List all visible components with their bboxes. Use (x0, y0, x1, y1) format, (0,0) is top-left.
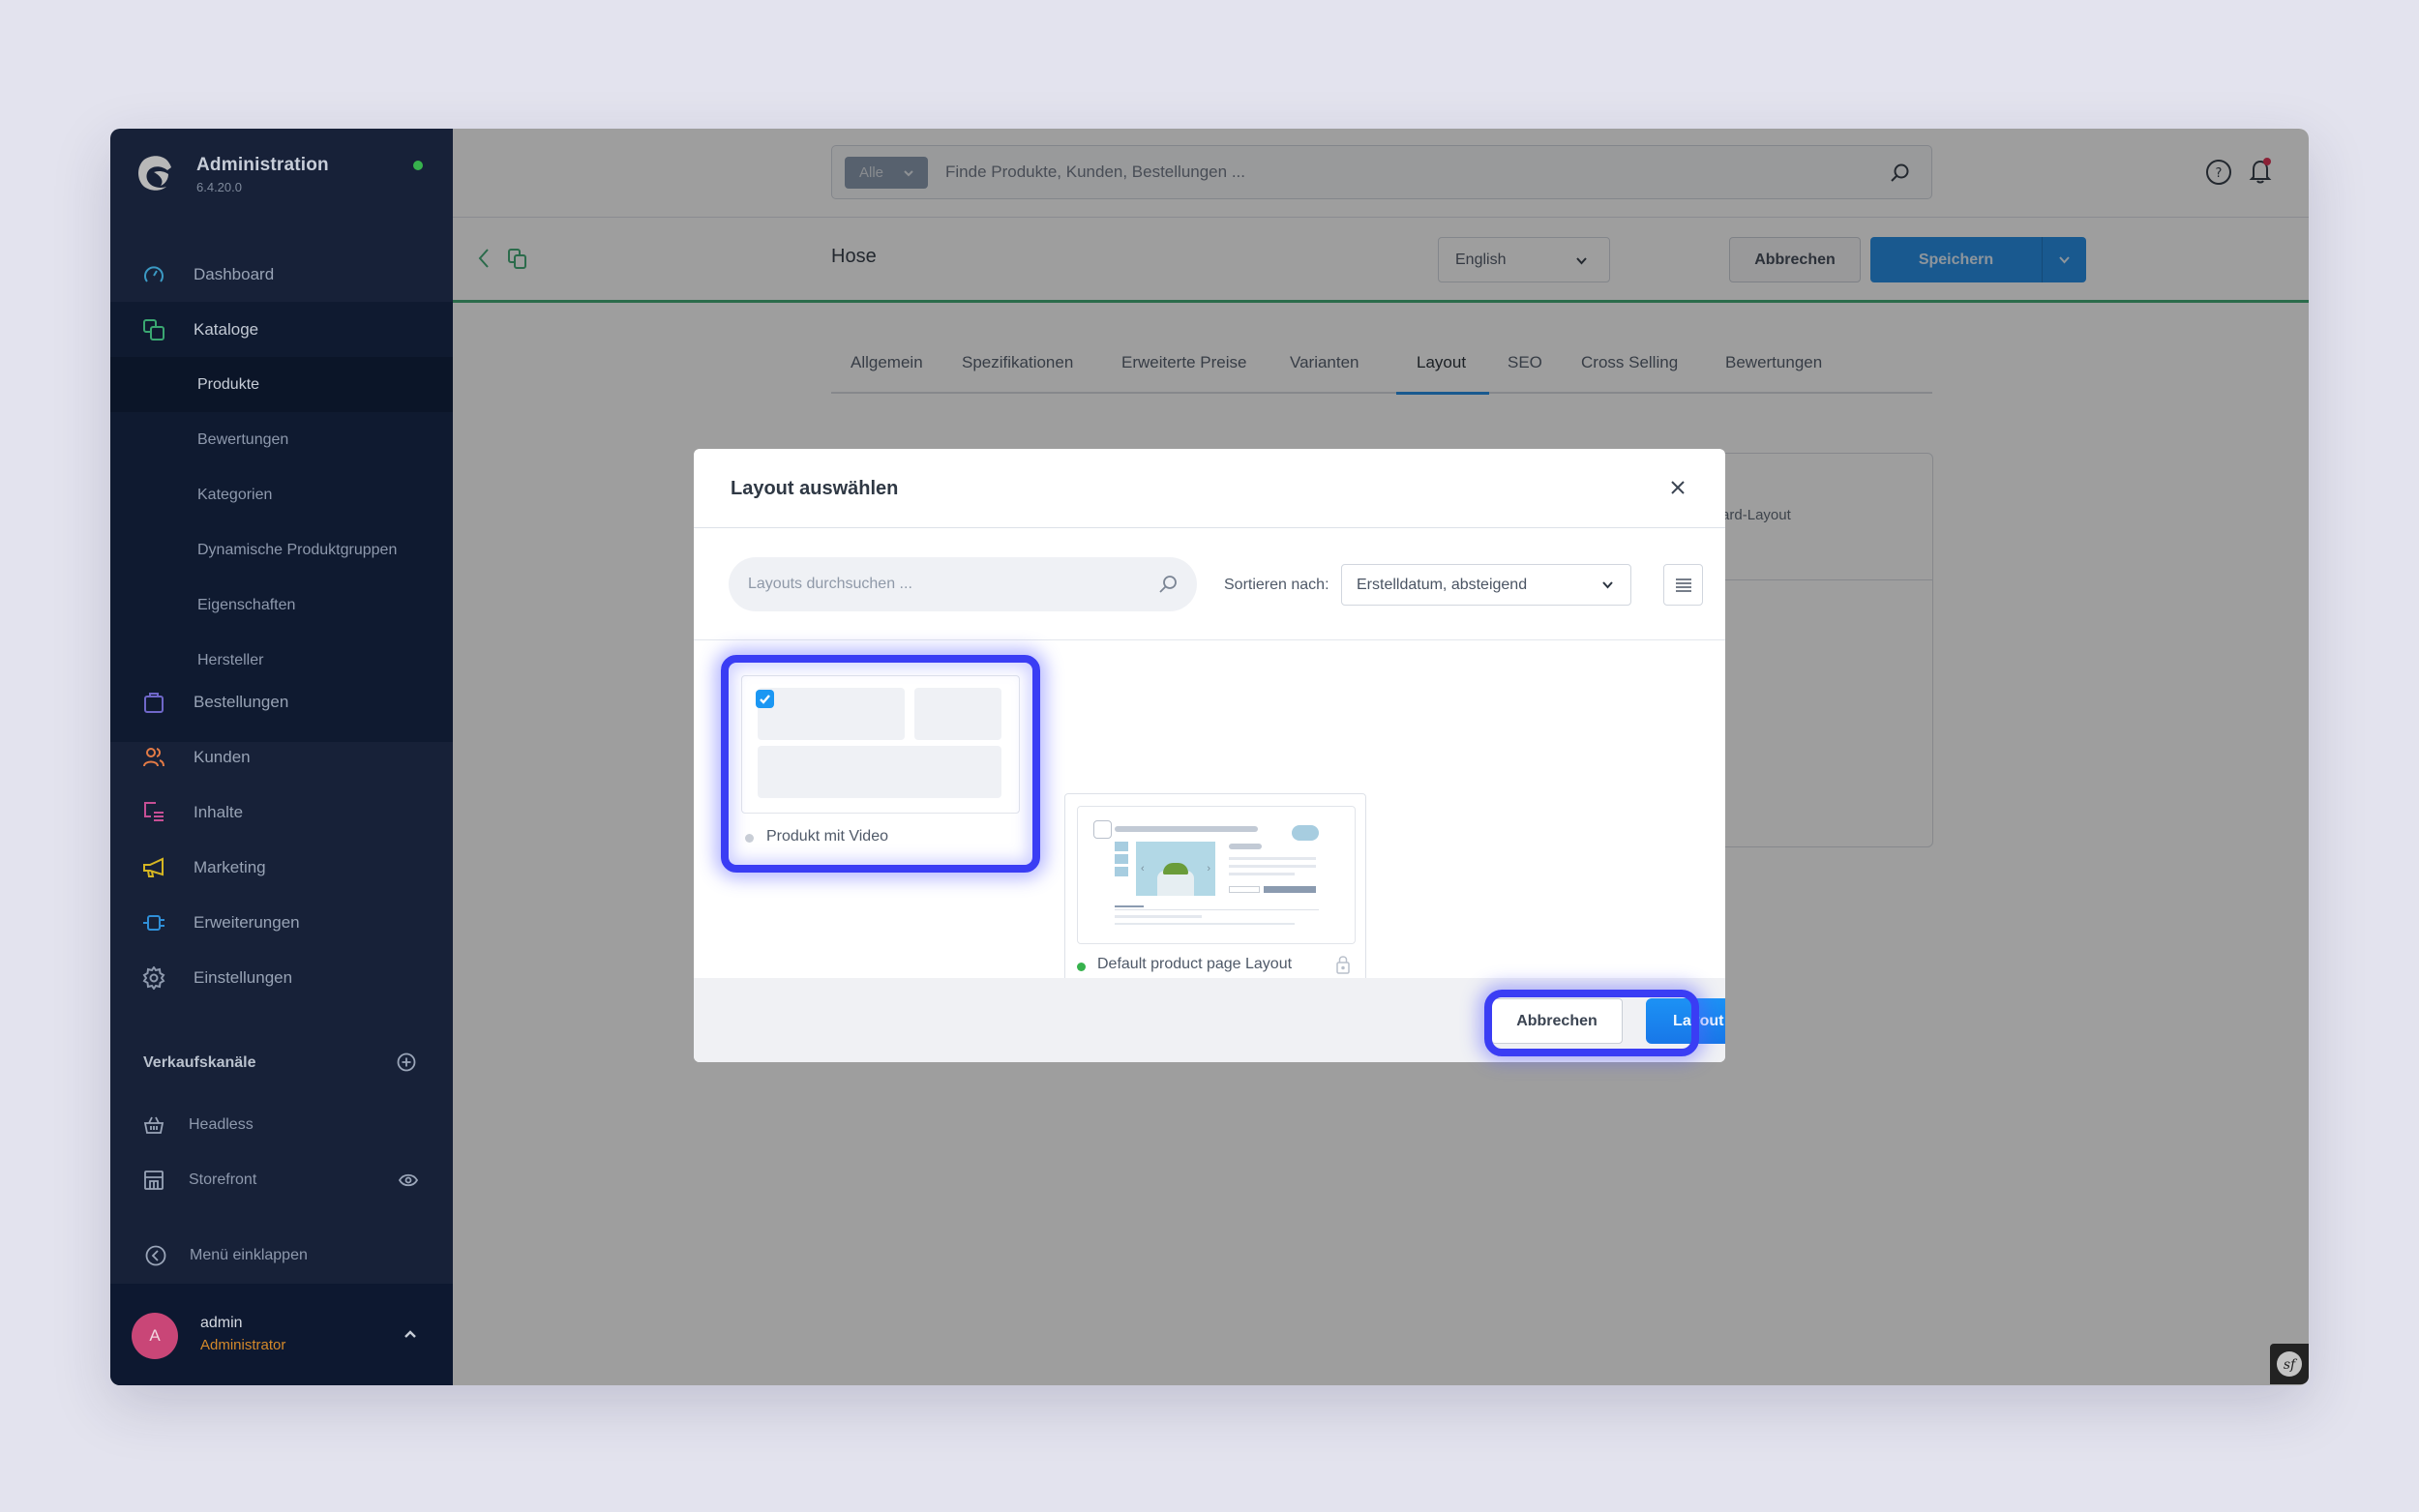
user-menu[interactable]: A admin Administrator (110, 1284, 453, 1385)
eye-icon[interactable] (399, 1171, 418, 1190)
sidebar-subitem-label: Produkte (197, 375, 260, 393)
preview-thumb (1115, 854, 1128, 864)
chevron-up-icon[interactable] (403, 1326, 418, 1342)
sales-channel-storefront[interactable]: Storefront (110, 1156, 453, 1204)
gear-icon (141, 965, 166, 991)
sort-value: Erstelldatum, absteigend (1357, 576, 1528, 593)
basket-icon (143, 1116, 164, 1134)
sidebar-item-label: Bestellungen (194, 692, 289, 711)
sort-select[interactable]: Erstelldatum, absteigend (1341, 564, 1631, 606)
sidebar-item-inhalte[interactable]: Inhalte (110, 785, 453, 840)
symfony-toolbar-toggle[interactable]: sf (2270, 1344, 2309, 1384)
sidebar: Administration 6.4.20.0 Dashboard Katalo… (110, 129, 453, 1385)
storefront-icon (144, 1171, 164, 1190)
preview-badge (1292, 825, 1319, 841)
chevron-down-icon (1602, 581, 1613, 589)
sidebar-subitem-label: Bewertungen (197, 430, 289, 448)
sidebar-subitem-label: Kategorien (197, 486, 273, 503)
users-icon (141, 745, 166, 770)
preview-block (758, 746, 1001, 798)
modal-header: Layout auswählen (694, 449, 1725, 528)
collapse-menu-button[interactable]: Menü einklappen (110, 1231, 453, 1280)
dashboard-gauge-icon (141, 262, 166, 287)
sidebar-item-label: Dashboard (194, 264, 275, 283)
preview-block (758, 688, 905, 740)
catalog-icon (141, 317, 166, 342)
search-icon[interactable] (1158, 575, 1178, 594)
symfony-logo-icon: sf (2277, 1351, 2302, 1377)
layout-checkbox[interactable] (1093, 820, 1112, 839)
layout-preview (741, 675, 1020, 814)
collapse-menu-label: Menü einklappen (190, 1247, 308, 1263)
sidebar-subitem-label: Eigenschaften (197, 596, 296, 613)
layout-status-dot (745, 834, 754, 843)
layout-card-default-product-page[interactable]: ‹ › Default product page Layout (1064, 793, 1366, 992)
layout-search-input[interactable]: Layouts durchsuchen ... (729, 557, 1197, 611)
layout-status-dot (1077, 963, 1086, 971)
avatar: A (132, 1313, 178, 1359)
app-title: Administration (196, 155, 329, 175)
sidebar-item-marketing[interactable]: Marketing (110, 840, 453, 895)
sidebar-item-label: Marketing (194, 857, 266, 876)
sidebar-item-label: Erweiterungen (194, 912, 300, 932)
sales-channel-label: Headless (189, 1116, 254, 1133)
sidebar-subitem-dynamische-produktgruppen[interactable]: Dynamische Produktgruppen (110, 522, 453, 578)
status-indicator (413, 161, 423, 170)
user-name: admin (200, 1315, 243, 1331)
sidebar-item-dashboard[interactable]: Dashboard (110, 247, 453, 302)
content-icon (141, 800, 166, 825)
layout-name: Produkt mit Video (766, 828, 888, 845)
preview-thumb (1115, 842, 1128, 851)
preview-product-image: ‹ › (1136, 842, 1215, 896)
layout-preview: ‹ › (1077, 806, 1356, 944)
modal-cancel-button[interactable]: Abbrechen (1491, 998, 1623, 1044)
add-sales-channel-icon[interactable] (397, 1052, 416, 1072)
plug-icon (141, 910, 166, 935)
sidebar-item-einstellungen[interactable]: Einstellungen (110, 950, 453, 1005)
sales-channel-label: Storefront (189, 1171, 257, 1188)
checkmark-icon (760, 695, 770, 704)
sidebar-item-label: Inhalte (194, 802, 244, 821)
sidebar-subitem-label: Dynamische Produktgruppen (197, 541, 398, 558)
chevron-left-circle-icon (145, 1245, 166, 1266)
apply-layout-button[interactable]: Layout übernehmen (1646, 998, 1725, 1044)
sales-channels-title: Verkaufskanäle (143, 1054, 256, 1071)
megaphone-icon (141, 855, 166, 880)
sidebar-header: Administration 6.4.20.0 (110, 129, 453, 233)
sidebar-subitem-eigenschaften[interactable]: Eigenschaften (110, 578, 453, 633)
layout-search-placeholder: Layouts durchsuchen ... (748, 576, 912, 592)
sales-channel-headless[interactable]: Headless (110, 1101, 453, 1149)
list-view-toggle[interactable] (1663, 564, 1703, 606)
preview-thumb (1115, 867, 1128, 876)
preview-line (1115, 826, 1258, 832)
sidebar-subitem-bewertungen[interactable]: Bewertungen (110, 412, 453, 467)
sidebar-item-label: Kunden (194, 747, 251, 766)
sidebar-item-kataloge[interactable]: Kataloge (110, 302, 453, 357)
sidebar-item-bestellungen[interactable]: Bestellungen (110, 674, 453, 729)
sidebar-subitem-kategorien[interactable]: Kategorien (110, 467, 453, 522)
sidebar-subitem-produkte[interactable]: Produkte (110, 357, 453, 412)
modal-title: Layout auswählen (731, 478, 899, 499)
sidebar-item-erweiterungen[interactable]: Erweiterungen (110, 895, 453, 950)
preview-block (914, 688, 1001, 740)
user-role: Administrator (200, 1337, 286, 1353)
modal-toolbar: Layouts durchsuchen ... Sortieren nach: … (694, 528, 1725, 640)
shopware-logo-icon[interactable] (134, 152, 176, 194)
shopping-bag-icon (141, 690, 166, 715)
layout-checkbox-checked[interactable] (756, 690, 774, 708)
sidebar-item-kunden[interactable]: Kunden (110, 729, 453, 785)
sidebar-item-label: Einstellungen (194, 967, 293, 987)
close-icon[interactable] (1669, 479, 1687, 496)
app-version: 6.4.20.0 (196, 180, 242, 194)
lock-icon (1336, 956, 1350, 974)
layout-card-produkt-mit-video[interactable]: Produkt mit Video (737, 667, 1039, 861)
list-icon (1675, 578, 1691, 592)
sidebar-subitem-label: Hersteller (197, 651, 264, 668)
layout-name: Default product page Layout (1097, 956, 1293, 972)
sidebar-item-label: Kataloge (194, 319, 259, 339)
app-window: Administration 6.4.20.0 Dashboard Katalo… (110, 129, 2309, 1385)
sort-label: Sortieren nach: (1224, 577, 1329, 593)
layout-select-modal: Layout auswählen Layouts durchsuchen ...… (694, 449, 1725, 1062)
